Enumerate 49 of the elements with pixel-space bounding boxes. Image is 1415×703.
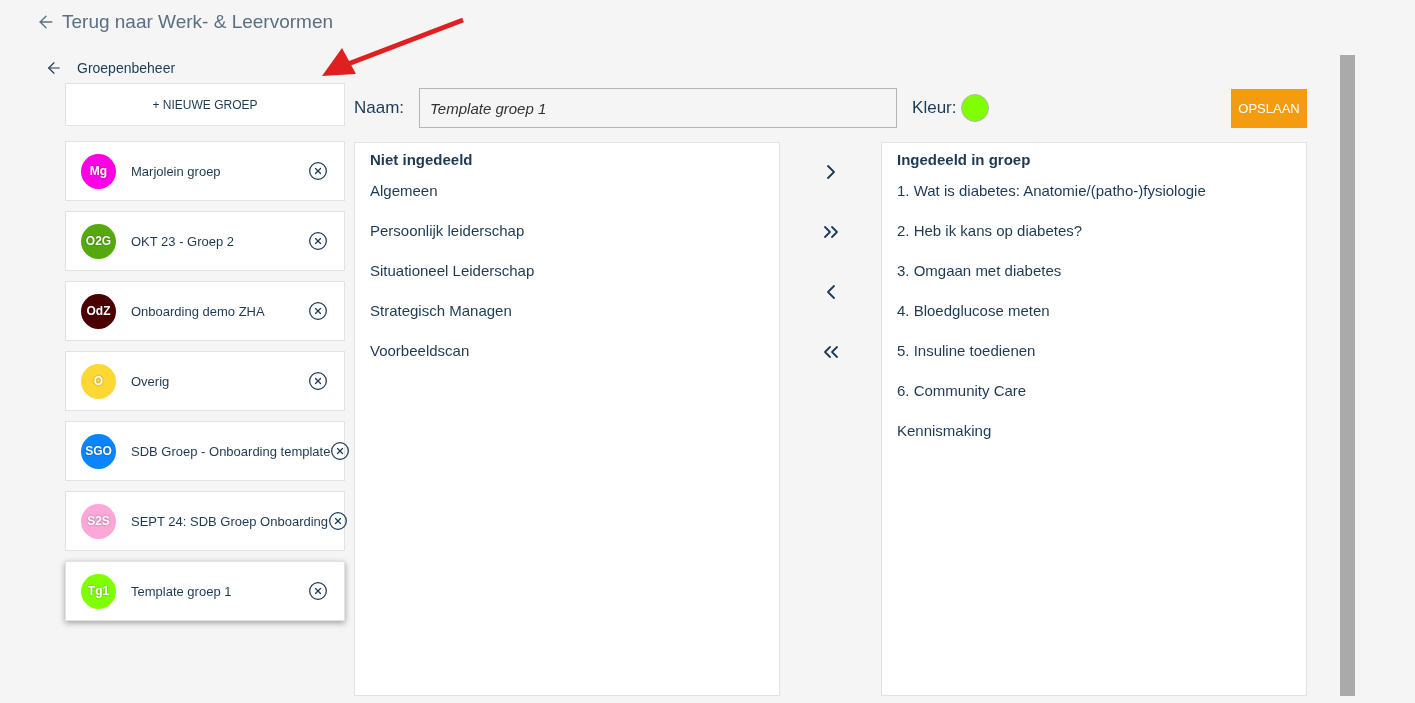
group-avatar: O2G — [81, 223, 116, 259]
name-label: Naam: — [354, 98, 405, 118]
close-icon[interactable] — [308, 301, 328, 321]
group-avatar: SGO — [81, 433, 116, 469]
group-name: SEPT 24: SDB Groep Onboarding — [131, 513, 329, 529]
close-icon[interactable] — [308, 161, 328, 181]
list-item[interactable]: 3. Omgaan met diabetes — [897, 261, 1291, 301]
list-item[interactable]: Persoonlijk leiderschap — [370, 221, 764, 261]
group-avatar: O — [81, 363, 116, 399]
group-card[interactable]: O2G OKT 23 - Groep 2 — [65, 211, 345, 271]
list-item[interactable]: Kennismaking — [897, 421, 1291, 461]
list-item[interactable]: 1. Wat is diabetes: Anatomie/(patho-)fysiologie — [897, 181, 1291, 221]
close-icon[interactable] — [308, 371, 328, 391]
group-avatar: Mg — [81, 153, 116, 189]
group-avatar: Tg1 — [81, 573, 116, 609]
group-name: Overig — [131, 373, 170, 389]
group-name: Marjolein groep — [131, 163, 221, 179]
group-name: Template groep 1 — [131, 583, 232, 599]
back-link[interactable]: Terug naar Werk- & Leervormen — [36, 10, 334, 34]
list-item[interactable]: 6. Community Care — [897, 381, 1291, 421]
list-item[interactable]: 5. Insuline toedienen — [897, 341, 1291, 381]
list-item[interactable]: Situationeel Leiderschap — [370, 261, 764, 301]
group-avatar: OdZ — [81, 293, 116, 329]
close-icon[interactable] — [330, 441, 351, 461]
list-item[interactable]: 4. Bloedglucose meten — [897, 301, 1291, 341]
list-item[interactable]: Strategisch Managen — [370, 301, 764, 341]
group-card[interactable]: S2S SEPT 24: SDB Groep Onboarding — [65, 491, 345, 551]
section-title: Groepenbeheer — [77, 60, 176, 76]
list-item[interactable]: 2. Heb ik kans op diabetes? — [897, 221, 1291, 261]
name-input[interactable]: Template groep 1 — [419, 88, 898, 128]
panel-title: Niet ingedeeld — [370, 151, 474, 170]
close-icon[interactable] — [308, 231, 328, 251]
close-icon[interactable] — [328, 511, 349, 531]
new-group-button[interactable]: + NIEUWE GROEP — [65, 83, 345, 126]
color-swatch[interactable] — [960, 94, 989, 122]
group-card[interactable]: Tg1 Template groep 1 — [65, 561, 345, 621]
close-icon[interactable] — [308, 581, 328, 601]
group-card[interactable]: Mg Marjolein groep — [65, 141, 345, 201]
list-item[interactable]: Voorbeeldscan — [370, 341, 764, 381]
scrollbar[interactable] — [1340, 55, 1355, 696]
color-label: Kleur: — [912, 98, 957, 118]
group-card[interactable]: O Overig — [65, 351, 345, 411]
group-avatar: S2S — [81, 503, 116, 539]
group-name: OKT 23 - Groep 2 — [131, 233, 235, 249]
group-name: SDB Groep - Onboarding template — [131, 443, 331, 459]
group-card[interactable]: OdZ Onboarding demo ZHA — [65, 281, 345, 341]
group-name: Onboarding demo ZHA — [131, 303, 265, 319]
list-item[interactable]: Algemeen — [370, 181, 764, 221]
panel-title: Ingedeeld in groep — [897, 151, 1032, 170]
